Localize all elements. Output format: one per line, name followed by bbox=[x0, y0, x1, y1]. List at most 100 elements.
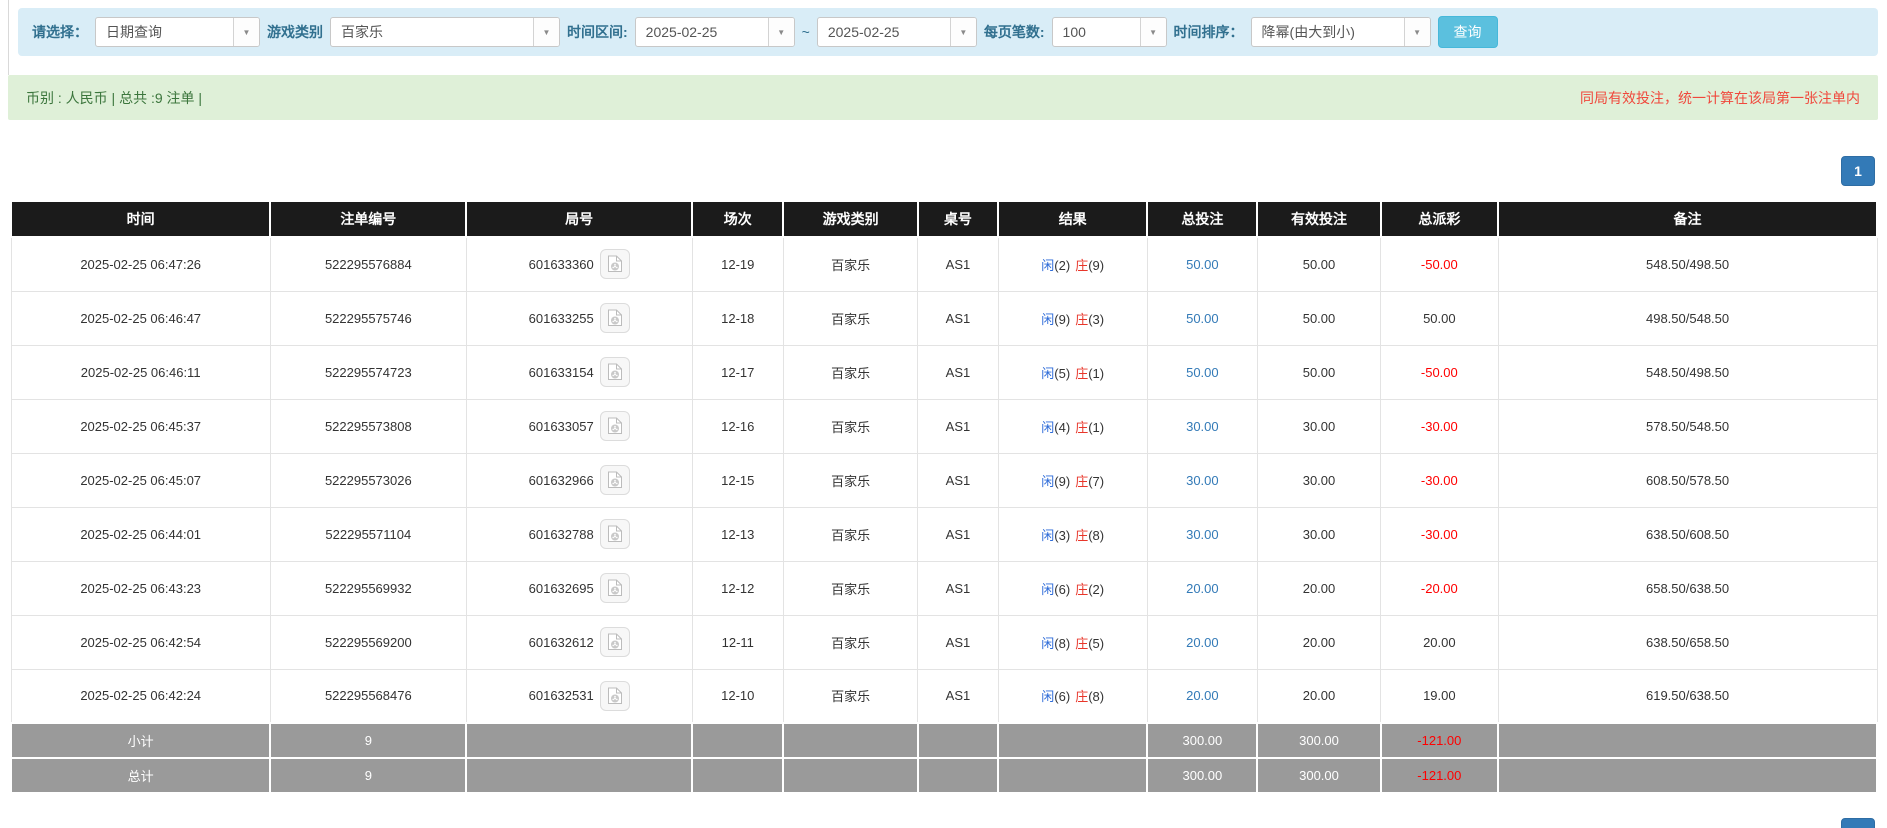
time-sort-select[interactable]: 降幂(由大到小) ▼ bbox=[1251, 17, 1431, 47]
cell-total-bet: 30.00 bbox=[1147, 507, 1257, 561]
banker-score: (5) bbox=[1088, 636, 1104, 651]
page-number-button-top[interactable]: 1 bbox=[1841, 156, 1875, 186]
grand-total-label: 总计 bbox=[11, 758, 270, 793]
header-table-no: 桌号 bbox=[918, 201, 998, 237]
date-to-select[interactable]: 2025-02-25 ▼ bbox=[817, 17, 977, 47]
video-replay-icon[interactable] bbox=[600, 249, 630, 279]
subtotal-count: 9 bbox=[270, 723, 466, 758]
banker-result-label: 庄 bbox=[1075, 689, 1088, 704]
cell-table-no: AS1 bbox=[918, 453, 998, 507]
cell-table-no: AS1 bbox=[918, 291, 998, 345]
cell-remark: 548.50/498.50 bbox=[1498, 237, 1877, 291]
chevron-down-icon[interactable]: ▼ bbox=[950, 18, 976, 46]
game-type-select[interactable]: 百家乐 ▼ bbox=[330, 17, 560, 47]
video-replay-icon[interactable] bbox=[600, 519, 630, 549]
cell-valid-bet: 30.00 bbox=[1257, 399, 1380, 453]
query-type-value: 日期查询 bbox=[96, 18, 233, 46]
cell-remark: 498.50/548.50 bbox=[1498, 291, 1877, 345]
total-bet-link[interactable]: 30.00 bbox=[1186, 419, 1219, 434]
chevron-down-icon[interactable]: ▼ bbox=[1404, 18, 1430, 46]
video-replay-icon[interactable] bbox=[600, 357, 630, 387]
total-bet-link[interactable]: 50.00 bbox=[1186, 257, 1219, 272]
cell-bet-id: 522295573026 bbox=[270, 453, 466, 507]
cell-bet-id: 522295576884 bbox=[270, 237, 466, 291]
cell-valid-bet: 50.00 bbox=[1257, 291, 1380, 345]
video-replay-icon[interactable] bbox=[600, 303, 630, 333]
total-bet-link[interactable]: 50.00 bbox=[1186, 311, 1219, 326]
header-remark: 备注 bbox=[1498, 201, 1877, 237]
subtotal-payout: -121.00 bbox=[1381, 723, 1499, 758]
cell-remark: 638.50/608.50 bbox=[1498, 507, 1877, 561]
cell-game-type: 百家乐 bbox=[783, 615, 917, 669]
cell-session: 12-16 bbox=[692, 399, 783, 453]
banker-score: (9) bbox=[1088, 258, 1104, 273]
cell-session: 12-12 bbox=[692, 561, 783, 615]
video-replay-icon[interactable] bbox=[600, 411, 630, 441]
banker-score: (2) bbox=[1088, 582, 1104, 597]
video-replay-icon[interactable] bbox=[600, 465, 630, 495]
total-bet-link[interactable]: 20.00 bbox=[1186, 581, 1219, 596]
page-size-select[interactable]: 100 ▼ bbox=[1052, 17, 1167, 47]
player-result-label: 闲 bbox=[1041, 312, 1054, 327]
player-score: (2) bbox=[1054, 258, 1070, 273]
cell-time: 2025-02-25 06:42:24 bbox=[11, 669, 270, 723]
cell-payout: 19.00 bbox=[1381, 669, 1499, 723]
cell-total-bet: 50.00 bbox=[1147, 345, 1257, 399]
banker-score: (7) bbox=[1088, 474, 1104, 489]
same-round-notice: 同局有效投注，统一计算在该局第一张注单内 bbox=[1580, 88, 1860, 108]
cell-total-bet: 30.00 bbox=[1147, 399, 1257, 453]
cell-round-id: 601633057 bbox=[466, 399, 692, 453]
table-footer: 小计 9 300.00 300.00 -121.00 总计 9 bbox=[11, 723, 1877, 793]
panel-left-border bbox=[8, 0, 9, 75]
video-replay-icon[interactable] bbox=[600, 627, 630, 657]
cell-time: 2025-02-25 06:43:23 bbox=[11, 561, 270, 615]
total-bet-link[interactable]: 20.00 bbox=[1186, 688, 1219, 703]
cell-valid-bet: 30.00 bbox=[1257, 453, 1380, 507]
round-id-text: 601633360 bbox=[529, 257, 594, 272]
time-sort-value: 降幂(由大到小) bbox=[1252, 18, 1404, 46]
cell-session: 12-11 bbox=[692, 615, 783, 669]
cell-game-type: 百家乐 bbox=[783, 399, 917, 453]
total-bet-link[interactable]: 50.00 bbox=[1186, 365, 1219, 380]
cell-total-bet: 20.00 bbox=[1147, 669, 1257, 723]
bet-records-table: 时间 注单编号 局号 场次 游戏类别 桌号 结果 总投注 有效投注 总派彩 备注… bbox=[10, 200, 1878, 794]
cell-valid-bet: 20.00 bbox=[1257, 615, 1380, 669]
chevron-down-icon[interactable]: ▼ bbox=[1140, 18, 1166, 46]
cell-game-type: 百家乐 bbox=[783, 507, 917, 561]
cell-bet-id: 522295569932 bbox=[270, 561, 466, 615]
table-row: 2025-02-25 06:45:37 522295573808 6016330… bbox=[11, 399, 1877, 453]
query-type-select[interactable]: 日期查询 ▼ bbox=[95, 17, 260, 47]
cell-total-bet: 20.00 bbox=[1147, 615, 1257, 669]
video-replay-icon[interactable] bbox=[600, 681, 630, 711]
chevron-down-icon[interactable]: ▼ bbox=[533, 18, 559, 46]
video-replay-icon[interactable] bbox=[600, 573, 630, 603]
total-bet-link[interactable]: 30.00 bbox=[1186, 527, 1219, 542]
header-total-bet: 总投注 bbox=[1147, 201, 1257, 237]
cell-bet-id: 522295574723 bbox=[270, 345, 466, 399]
cell-table-no: AS1 bbox=[918, 237, 998, 291]
header-result: 结果 bbox=[998, 201, 1147, 237]
cell-time: 2025-02-25 06:42:54 bbox=[11, 615, 270, 669]
total-bet-link[interactable]: 20.00 bbox=[1186, 635, 1219, 650]
cell-game-type: 百家乐 bbox=[783, 237, 917, 291]
cell-session: 12-13 bbox=[692, 507, 783, 561]
total-bet-link[interactable]: 30.00 bbox=[1186, 473, 1219, 488]
cell-round-id: 601632531 bbox=[466, 669, 692, 723]
cell-payout: -30.00 bbox=[1381, 453, 1499, 507]
round-id-text: 601632966 bbox=[529, 473, 594, 488]
date-from-select[interactable]: 2025-02-25 ▼ bbox=[635, 17, 795, 47]
page-size-label: 每页笔数: bbox=[984, 22, 1045, 42]
cell-payout: -30.00 bbox=[1381, 399, 1499, 453]
chevron-down-icon[interactable]: ▼ bbox=[768, 18, 794, 46]
cell-time: 2025-02-25 06:46:11 bbox=[11, 345, 270, 399]
banker-result-label: 庄 bbox=[1075, 528, 1088, 543]
player-score: (5) bbox=[1054, 366, 1070, 381]
grand-total-valid-bet: 300.00 bbox=[1257, 758, 1380, 793]
chevron-down-icon[interactable]: ▼ bbox=[233, 18, 259, 46]
page-number-button-bottom[interactable]: 1 bbox=[1841, 818, 1875, 828]
header-bet-id: 注单编号 bbox=[270, 201, 466, 237]
cell-total-bet: 50.00 bbox=[1147, 237, 1257, 291]
query-button[interactable]: 查询 bbox=[1438, 16, 1498, 48]
filter-bar: 请选择： 日期查询 ▼ 游戏类别 百家乐 ▼ 时间区间: 2025-02-25 … bbox=[18, 8, 1878, 56]
cell-round-id: 601633154 bbox=[466, 345, 692, 399]
